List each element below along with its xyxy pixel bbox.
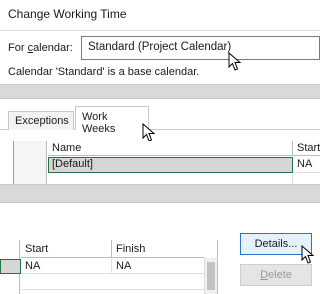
work-weeks-grid: Name Start [Default] NA <box>13 141 320 190</box>
column-header-start[interactable]: Start <box>21 240 112 258</box>
cell-finish[interactable]: NA <box>112 259 204 274</box>
scrollbar-thumb[interactable] <box>207 262 215 290</box>
change-working-time-dialog-header: Change Working Time For calendar: Standa… <box>0 0 320 84</box>
delete-button[interactable]: Delete <box>240 264 312 286</box>
mouse-pointer-icon <box>142 123 156 142</box>
dialog-title: Change Working Time <box>8 7 127 21</box>
cell-start[interactable]: NA <box>293 157 320 173</box>
work-weeks-details-panel: Start Finish NA NA Details... Delete <box>0 203 320 294</box>
panel-separator <box>0 84 320 99</box>
column-header-finish[interactable]: Finish <box>112 240 204 258</box>
work-weeks-panel: Exceptions Work Weeks Name Start [Defaul… <box>0 99 320 190</box>
cell-start[interactable]: NA <box>21 259 112 274</box>
column-header-start[interactable]: Start <box>293 141 320 156</box>
empty-row[interactable] <box>21 275 204 290</box>
row-header-column <box>14 141 47 184</box>
panel-separator <box>0 184 320 203</box>
row-selector[interactable] <box>0 259 21 274</box>
mouse-pointer-icon <box>301 245 315 264</box>
tab-work-weeks[interactable]: Work Weeks <box>75 106 149 135</box>
calendar-select[interactable]: Standard (Project Calendar) <box>81 36 320 60</box>
calendar-label: For calendar: <box>8 42 73 54</box>
column-header-name[interactable]: Name <box>48 141 293 156</box>
base-calendar-note: Calendar 'Standard' is a base calendar. <box>8 66 200 78</box>
work-weeks-grid-right: Start Finish NA NA <box>0 240 218 294</box>
title-divider <box>0 30 320 31</box>
mouse-pointer-icon <box>228 52 242 71</box>
tab-exceptions[interactable]: Exceptions <box>8 111 74 130</box>
vertical-scrollbar[interactable] <box>204 258 217 294</box>
cell-name-default[interactable]: [Default] <box>48 157 293 173</box>
